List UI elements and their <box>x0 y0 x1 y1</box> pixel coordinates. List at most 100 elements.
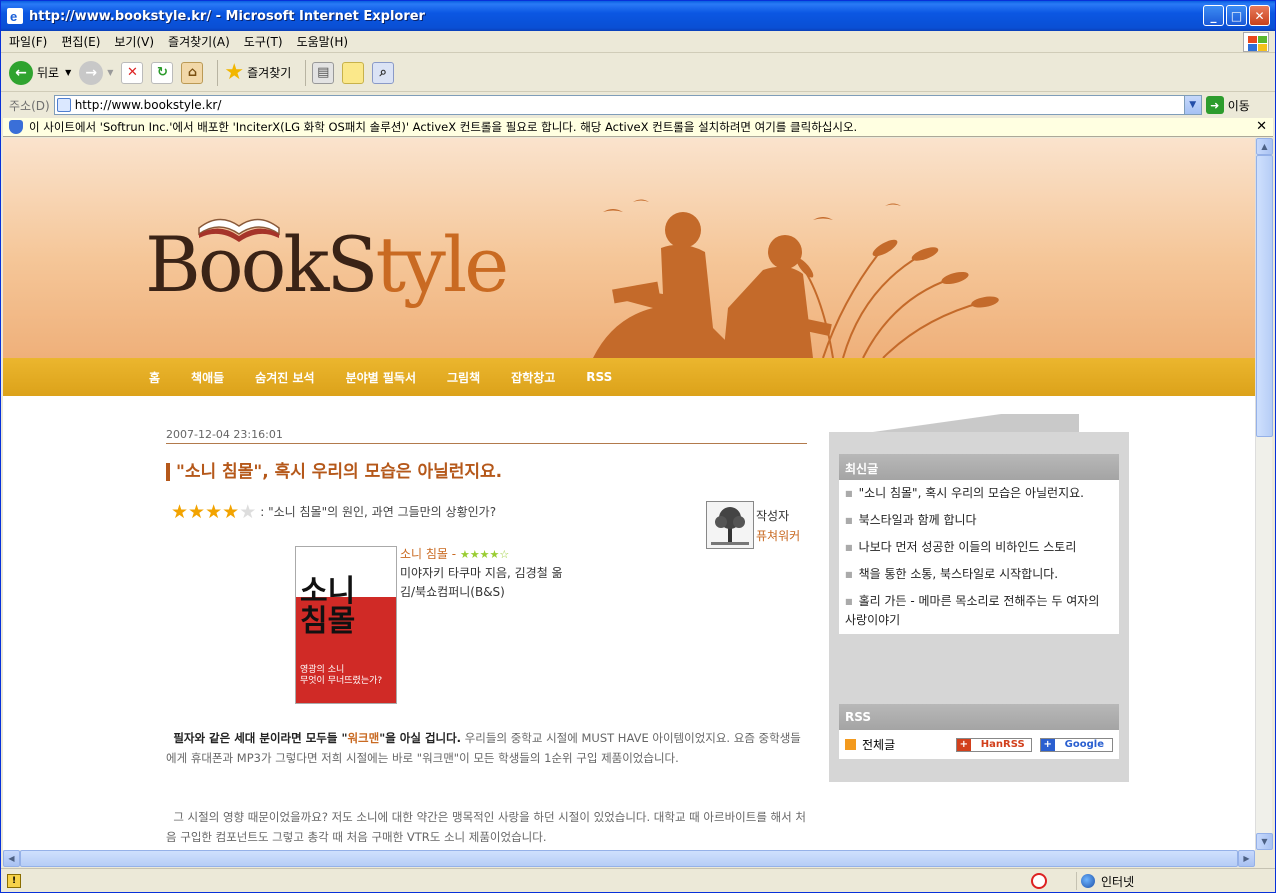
status-bar: ! 인터넷 <box>1 868 1275 892</box>
security-zone[interactable]: 인터넷 <box>1076 872 1134 890</box>
warning-icon[interactable]: ! <box>7 873 21 888</box>
scroll-left-icon[interactable]: ◀ <box>3 850 20 867</box>
popup-blocked-icon[interactable] <box>1031 873 1047 889</box>
forward-dropdown-icon[interactable]: ▼ <box>107 68 113 77</box>
recent-post-link[interactable]: 홀리 가든 - 메마른 목소리로 전해주는 두 여자의 사랑이야기 <box>845 594 1099 627</box>
bullet-icon: ■ <box>845 570 853 579</box>
scroll-right-icon[interactable]: ▶ <box>1238 850 1255 867</box>
home-button[interactable]: ⌂ <box>181 61 204 84</box>
go-arrow-icon: ➜ <box>1205 96 1224 114</box>
book-title-link[interactable]: 소니 침몰 <box>400 547 448 561</box>
shield-icon <box>9 120 23 134</box>
rss-all-link[interactable]: 전체글 <box>862 736 895 753</box>
horizontal-scrollbar[interactable]: ◀ ▶ <box>3 850 1255 867</box>
recent-post-link[interactable]: 나보다 먼저 성공한 이들의 비하인드 스토리 <box>859 540 1077 554</box>
rating-star-empty-icon: ★ <box>239 500 257 523</box>
recent-post-link[interactable]: "소니 침몰", 혹시 우리의 모습은 아닐런지요. <box>859 486 1084 500</box>
reading-silhouette-illustration <box>593 199 999 358</box>
address-dropdown-icon[interactable]: ▼ <box>1183 96 1201 114</box>
rating-star-icon: ★ <box>205 500 223 523</box>
author-avatar[interactable] <box>706 501 754 549</box>
site-logo[interactable]: BookStyle <box>145 220 509 309</box>
recent-post-item[interactable]: ■ 책을 통한 소통, 북스타일로 시작합니다. <box>839 561 1119 588</box>
go-button[interactable]: ➜ 이동 <box>1205 96 1250 114</box>
book-rating-stars: ★★★★☆ <box>459 548 510 561</box>
scrollbar-corner <box>1255 850 1272 867</box>
rating-star-icon: ★ <box>171 500 189 523</box>
notes-button[interactable] <box>342 61 365 84</box>
recent-post-link[interactable]: 책을 통한 소통, 북스타일로 시작합니다. <box>859 567 1059 581</box>
recent-posts-header: 최신글 <box>839 454 1119 480</box>
minimize-button[interactable]: _ <box>1203 5 1224 26</box>
window-title: http://www.bookstyle.kr/ - Microsoft Int… <box>29 8 425 24</box>
hanrss-button[interactable]: + HanRSS <box>955 737 1032 752</box>
print-button[interactable]: ▤ <box>312 61 335 84</box>
close-button[interactable]: ✕ <box>1249 5 1270 26</box>
forward-arrow-icon: → <box>79 60 104 85</box>
menu-favorites[interactable]: 즐겨찾기(A) <box>168 33 230 50</box>
stop-button[interactable]: ✕ <box>121 61 144 84</box>
activex-info-bar[interactable]: 이 사이트에서 'Softrun Inc.'에서 배포한 'InciterX(L… <box>3 118 1273 137</box>
walkman-link[interactable]: 워크맨 <box>347 731 379 745</box>
research-button[interactable]: ⌕ <box>372 61 395 84</box>
back-dropdown-icon[interactable]: ▼ <box>65 68 71 77</box>
recent-posts-box: 최신글 ■ "소니 침몰", 혹시 우리의 모습은 아닐런지요. ■ 북스타일과 함… <box>839 454 1119 634</box>
forward-button[interactable]: → ▼ <box>79 60 113 85</box>
favorites-button[interactable]: ★ 즐겨찾기 <box>224 60 291 85</box>
book-title-dash: - <box>447 547 460 561</box>
sidebar-fold-decoration <box>829 414 1079 432</box>
vertical-scroll-thumb[interactable] <box>1256 155 1273 437</box>
recent-post-item[interactable]: ■ 북스타일과 함께 합니다 <box>839 507 1119 534</box>
nav-book-kids[interactable]: 책애들 <box>191 369 224 386</box>
post-title[interactable]: "소니 침몰", 혹시 우리의 모습은 아닐런지요. <box>166 463 502 481</box>
scroll-up-icon[interactable]: ▲ <box>1256 138 1273 155</box>
printer-icon: ▤ <box>312 61 335 84</box>
scroll-down-icon[interactable]: ▼ <box>1256 833 1273 850</box>
site-banner: BookStyle <box>3 138 1255 358</box>
menu-edit[interactable]: 편집(E) <box>61 33 100 50</box>
plus-icon: + <box>956 738 971 751</box>
plus-icon: + <box>1040 738 1055 751</box>
cover-title: 소니 침몰 <box>300 574 356 639</box>
hanrss-label: HanRSS <box>980 739 1025 750</box>
zone-label: 인터넷 <box>1101 874 1135 889</box>
title-bar[interactable]: e http://www.bookstyle.kr/ - Microsoft I… <box>1 1 1275 31</box>
favorites-label: 즐겨찾기 <box>247 66 292 80</box>
menu-file[interactable]: 파일(F) <box>9 33 47 50</box>
menu-tools[interactable]: 도구(T) <box>244 33 283 50</box>
menu-help[interactable]: 도움말(H) <box>297 33 349 50</box>
menu-view[interactable]: 보기(V) <box>114 33 154 50</box>
recent-post-link[interactable]: 북스타일과 함께 합니다 <box>859 513 977 527</box>
nav-rss[interactable]: RSS <box>586 370 612 384</box>
vertical-scrollbar[interactable]: ▲ ▼ <box>1255 138 1273 850</box>
back-label: 뒤로 <box>37 66 60 80</box>
horizontal-scroll-thumb[interactable] <box>20 850 1238 867</box>
para1-bold-a: 필자와 같은 세대 분이라면 모두들 " <box>173 731 348 745</box>
back-button[interactable]: ← 뒤로 ▼ <box>9 60 71 85</box>
author-name[interactable]: 퓨쳐워커 <box>756 527 800 544</box>
book-credits: 미야자키 타쿠마 지음, 김경철 옮김/북쇼컴퍼니(B&S) <box>400 566 563 599</box>
infobar-text: 이 사이트에서 'Softrun Inc.'에서 배포한 'InciterX(L… <box>29 120 858 134</box>
nav-misc[interactable]: 잡학창고 <box>511 369 555 386</box>
google-button[interactable]: + Google <box>1039 737 1113 752</box>
nav-hidden-gems[interactable]: 숨겨진 보석 <box>255 369 314 386</box>
address-input[interactable]: http://www.bookstyle.kr/ ▼ <box>53 95 1202 115</box>
recent-post-item[interactable]: ■ 홀리 가든 - 메마른 목소리로 전해주는 두 여자의 사랑이야기 <box>839 588 1119 634</box>
bullet-icon: ■ <box>845 597 853 606</box>
book-cover-image[interactable]: 소니 침몰 영광의 소니 무엇이 무너뜨렸는가? <box>295 546 397 704</box>
nav-picture-books[interactable]: 그림책 <box>447 369 480 386</box>
infobar-close-icon[interactable]: ✕ <box>1256 119 1267 134</box>
nav-home[interactable]: 홈 <box>149 369 160 386</box>
rss-box: RSS 전체글 + HanRSS + Google <box>839 704 1119 759</box>
logo-text-main: BookS <box>145 220 378 309</box>
maximize-button[interactable]: □ <box>1226 5 1247 26</box>
notes-icon <box>342 61 365 84</box>
address-url: http://www.bookstyle.kr/ <box>74 98 222 112</box>
recent-post-item[interactable]: ■ "소니 침몰", 혹시 우리의 모습은 아닐런지요. <box>839 480 1119 507</box>
refresh-button[interactable]: ↻ <box>151 61 174 84</box>
nav-must-reads[interactable]: 분야별 필독서 <box>346 369 416 386</box>
toolbar-separator <box>217 59 219 86</box>
recent-post-item[interactable]: ■ 나보다 먼저 성공한 이들의 비하인드 스토리 <box>839 534 1119 561</box>
rating-star-icon: ★ <box>222 500 240 523</box>
author-label: 작성자 <box>756 509 790 523</box>
